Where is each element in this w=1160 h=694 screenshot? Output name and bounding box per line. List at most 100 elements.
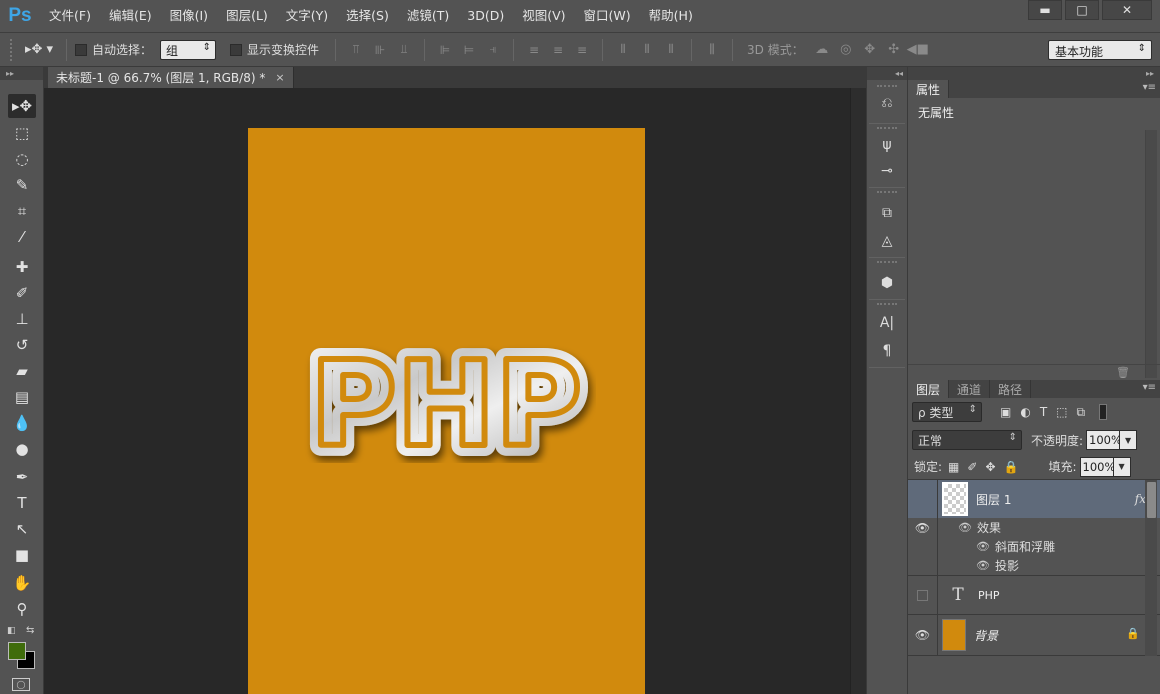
eyedropper-tool-icon[interactable]: ⁄ xyxy=(8,225,36,249)
distribute-left-icon[interactable]: ⫴ xyxy=(611,42,635,57)
effect-shadow-row[interactable]: 👁 投影 xyxy=(908,556,1160,575)
filter-toggle[interactable] xyxy=(1099,404,1108,420)
bevel-eye-icon[interactable]: 👁 xyxy=(976,540,990,553)
filter-shape-icon[interactable]: ⬚ xyxy=(1056,405,1067,420)
document-tab[interactable]: 未标题-1 @ 66.7% (图层 1, RGB/8) * × xyxy=(48,67,294,88)
layer-name[interactable]: 图层 1 xyxy=(976,491,1011,508)
menu-type[interactable]: 文字(Y) xyxy=(277,0,337,32)
swap-colors-icon[interactable]: ⇆ xyxy=(26,625,34,636)
canvas-area[interactable]: PHP PHP xyxy=(44,88,850,694)
clone-stamp-tool-icon[interactable]: ⊥ xyxy=(8,307,36,331)
trash-icon[interactable]: 🗑 xyxy=(1116,366,1130,379)
auto-select-option[interactable]: 自动选择： xyxy=(75,41,152,58)
menu-help[interactable]: 帮助(H) xyxy=(640,0,702,32)
drag-3d-icon[interactable]: ✥ xyxy=(858,42,882,57)
maximize-button[interactable]: □ xyxy=(1065,0,1099,20)
close-button[interactable]: ✕ xyxy=(1102,0,1152,20)
history-panel-icon[interactable]: ⎌ xyxy=(873,91,901,115)
layer-main[interactable]: 背景 🔒 xyxy=(908,615,1160,655)
workspace-dropdown[interactable]: 基本功能 xyxy=(1048,40,1152,60)
type-tool-icon[interactable]: T xyxy=(8,491,36,515)
layers-menu-icon[interactable]: ▾≡ xyxy=(1143,382,1156,393)
dodge-tool-icon[interactable]: ● xyxy=(8,437,36,461)
shape-tool-icon[interactable]: ■ xyxy=(8,543,36,567)
quick-select-tool-icon[interactable]: ✎ xyxy=(8,173,36,197)
tab-properties[interactable]: 属性 xyxy=(908,80,950,98)
3d-panel-icon[interactable]: ⬢ xyxy=(873,271,901,295)
auto-select-dropdown[interactable]: 组 xyxy=(160,39,217,60)
collapse-toolbar-icon[interactable]: ▸▸ xyxy=(0,67,43,80)
fill-input[interactable]: 100% xyxy=(1079,456,1115,477)
brush-presets-icon[interactable]: ψ xyxy=(873,133,901,157)
menu-filter[interactable]: 滤镜(T) xyxy=(398,0,458,32)
menu-window[interactable]: 窗口(W) xyxy=(575,0,640,32)
layer-row[interactable]: 👁 背景 🔒 xyxy=(908,615,1160,656)
visibility-eye-icon[interactable]: 👁 xyxy=(908,615,938,655)
menu-edit[interactable]: 编辑(E) xyxy=(100,0,161,32)
foreground-color-swatch[interactable] xyxy=(8,642,26,660)
gradient-tool-icon[interactable]: ▤ xyxy=(8,385,36,409)
dock-grip[interactable] xyxy=(877,85,897,88)
layer-name[interactable]: PHP xyxy=(978,589,1000,602)
filter-type-dropdown[interactable]: ρ 类型 xyxy=(912,402,982,422)
align-vcenter-icon[interactable]: ⊪ xyxy=(368,43,392,57)
marquee-tool-icon[interactable]: ⬚ xyxy=(8,121,36,145)
align-bottom-icon[interactable]: ⫫ xyxy=(392,42,416,57)
rotate-3d-icon[interactable]: ☁ xyxy=(810,42,834,57)
show-transform-option[interactable]: 显示变换控件 xyxy=(230,41,319,58)
menu-image[interactable]: 图像(I) xyxy=(161,0,217,32)
hand-tool-icon[interactable]: ✋ xyxy=(8,571,36,595)
paragraph-panel-icon[interactable]: ¶ xyxy=(873,339,901,363)
clone-source-icon[interactable]: ⧉ xyxy=(873,201,901,225)
distribute-hcenter-icon[interactable]: ⫴ xyxy=(635,42,659,57)
expand-panels-icon[interactable]: ▸▸ xyxy=(908,67,1160,80)
lasso-tool-icon[interactable]: ◌ xyxy=(8,147,36,171)
default-colors-icon[interactable]: ◧ xyxy=(7,626,16,636)
lock-all-icon[interactable]: 🔒 xyxy=(1004,460,1019,474)
filter-adjustment-icon[interactable]: ◐ xyxy=(1020,405,1030,420)
dock-grip[interactable] xyxy=(877,191,897,194)
scale-3d-icon[interactable]: ◀■ xyxy=(906,42,930,57)
opacity-slider-button[interactable]: ▼ xyxy=(1120,430,1138,450)
visibility-eye-icon[interactable]: 👁 xyxy=(908,480,938,575)
zoom-tool-icon[interactable]: ⚲ xyxy=(8,597,36,621)
dock-grip[interactable] xyxy=(877,261,897,264)
move-tool-preset-icon[interactable]: ▸✥ ▾ xyxy=(20,42,58,57)
crop-tool-icon[interactable]: ⌗ xyxy=(8,199,36,223)
align-right-icon[interactable]: ⫣ xyxy=(481,42,505,57)
opacity-input[interactable]: 100% xyxy=(1086,430,1122,450)
quick-mask-icon[interactable]: ◯ xyxy=(12,678,30,691)
distribute-bottom-icon[interactable]: ≡ xyxy=(570,43,594,57)
tab-channels[interactable]: 通道 xyxy=(949,380,991,398)
tab-layers[interactable]: 图层 xyxy=(908,380,950,398)
brush-panel-icon[interactable]: ⊸ xyxy=(873,159,901,183)
align-top-icon[interactable]: ⫪ xyxy=(344,42,368,57)
menu-select[interactable]: 选择(S) xyxy=(337,0,398,32)
distribute-top-icon[interactable]: ≡ xyxy=(522,43,546,57)
document-canvas[interactable]: PHP PHP xyxy=(248,128,645,694)
history-brush-tool-icon[interactable]: ↺ xyxy=(8,333,36,357)
filter-pixel-icon[interactable]: ▣ xyxy=(1000,405,1011,420)
healing-brush-tool-icon[interactable]: ✚ xyxy=(8,255,36,279)
fill-slider-button[interactable]: ▼ xyxy=(1113,456,1131,477)
layer-main[interactable]: 图层 1 fx xyxy=(908,480,1160,518)
menu-layer[interactable]: 图层(L) xyxy=(217,0,277,32)
filter-type-icon[interactable]: T xyxy=(1040,405,1047,420)
layer-row[interactable]: T PHP xyxy=(908,576,1160,615)
layer-main[interactable]: T PHP xyxy=(908,576,1160,614)
panel-menu-icon[interactable]: ▾≡ xyxy=(1143,82,1156,93)
layer-name[interactable]: 背景 xyxy=(974,627,998,644)
brush-tool-icon[interactable]: ✐ xyxy=(8,281,36,305)
effects-row[interactable]: 👁 效果 xyxy=(908,518,1160,537)
lock-pixels-icon[interactable]: ✐ xyxy=(967,460,977,474)
lock-transparency-icon[interactable]: ▦ xyxy=(948,460,959,474)
auto-select-checkbox[interactable] xyxy=(75,43,87,56)
minimize-button[interactable]: ▬ xyxy=(1028,0,1062,20)
shadow-eye-icon[interactable]: 👁 xyxy=(976,559,990,572)
tool-presets-icon[interactable]: ◬ xyxy=(873,229,901,253)
options-grip[interactable] xyxy=(10,38,14,61)
align-left-icon[interactable]: ⊫ xyxy=(433,43,457,57)
blur-tool-icon[interactable]: 💧 xyxy=(8,411,36,435)
layers-scroll-thumb[interactable] xyxy=(1147,482,1156,518)
pen-tool-icon[interactable]: ✒ xyxy=(8,465,36,489)
